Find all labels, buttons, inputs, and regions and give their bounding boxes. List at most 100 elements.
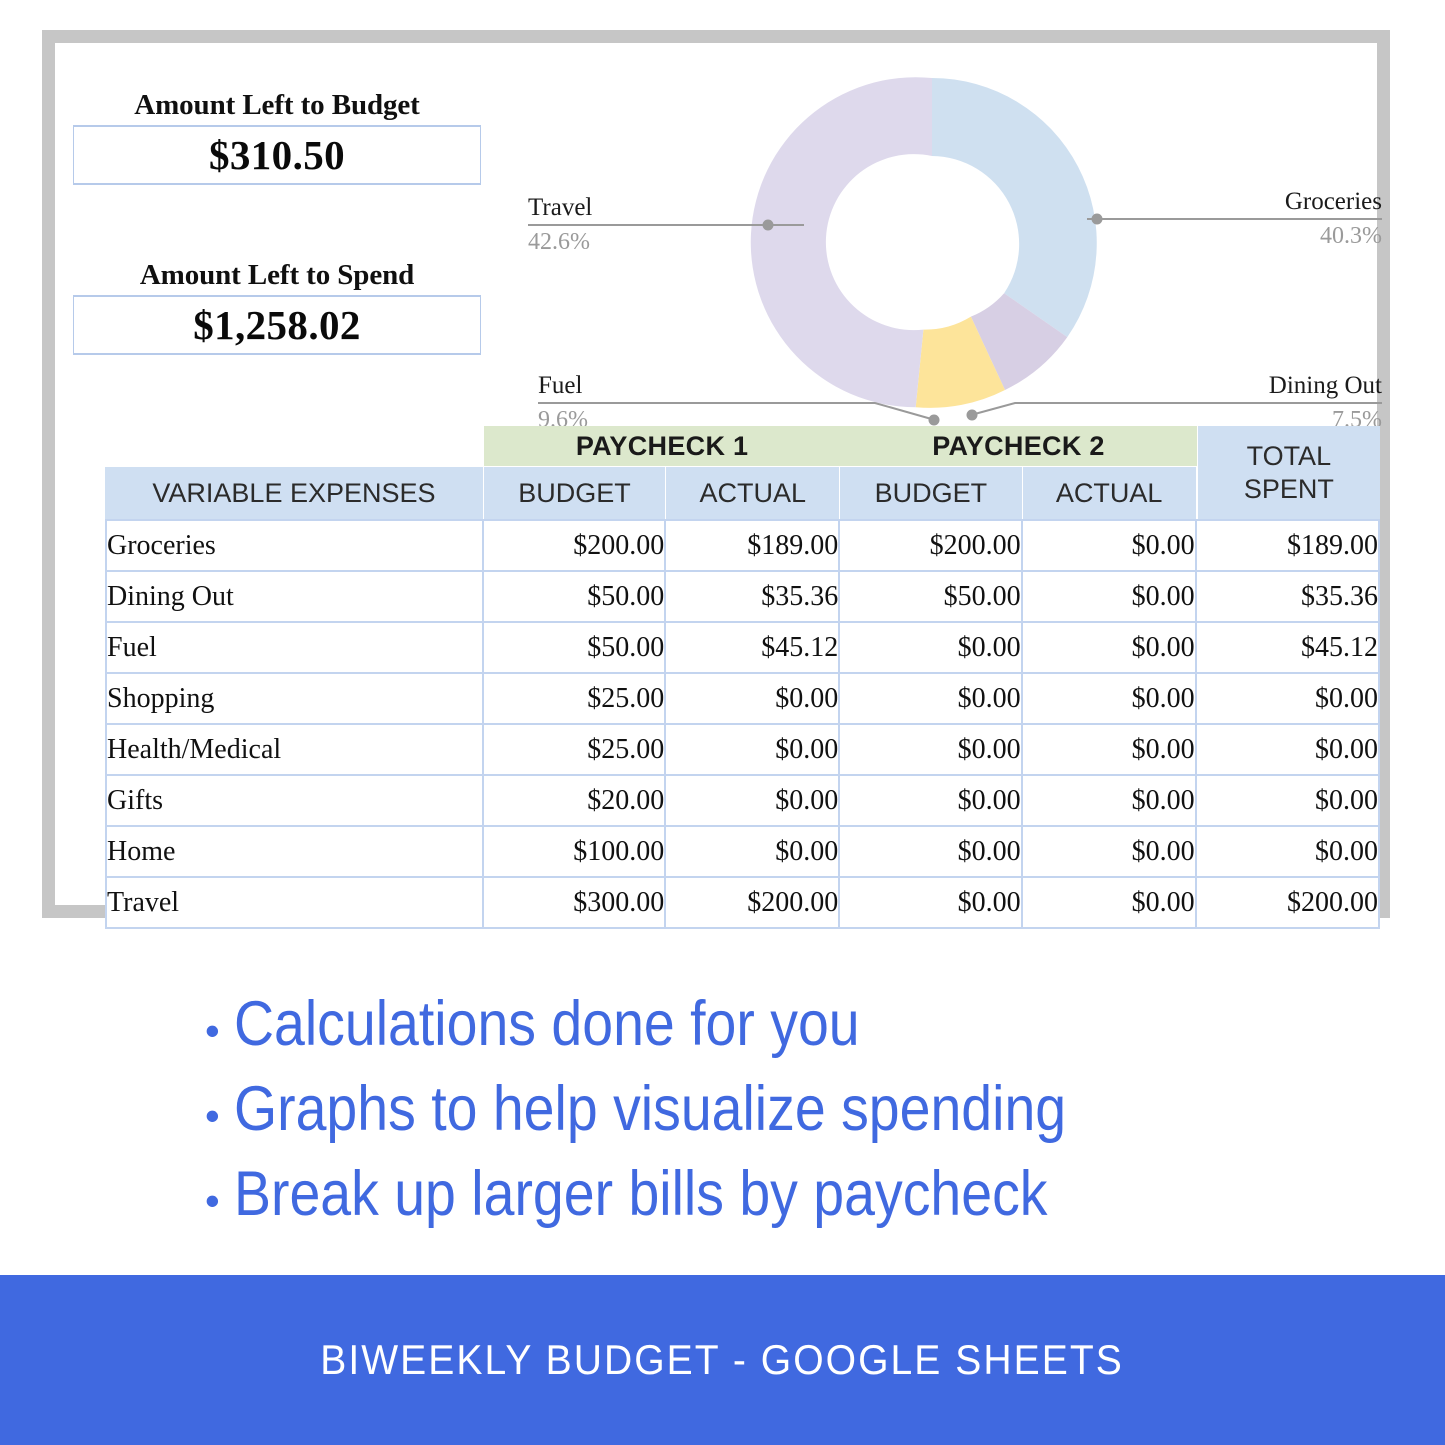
amount-left-to-budget-value[interactable]: $310.50 <box>73 125 481 185</box>
cell-p2-budget[interactable]: $0.00 <box>840 723 1023 774</box>
donut-label-fuel-rule <box>538 402 804 404</box>
amount-left-to-budget-label: Amount Left to Budget <box>134 89 420 121</box>
row-label: Home <box>105 825 484 876</box>
footer-title: BIWEEKLY BUDGET - GOOGLE SHEETS <box>320 1336 1125 1383</box>
cell-p2-actual[interactable]: $0.00 <box>1022 519 1197 570</box>
column-header-variable-expenses: VARIABLE EXPENSES <box>105 466 484 519</box>
cell-p1-budget[interactable]: $25.00 <box>483 723 667 774</box>
row-label: Travel <box>105 876 484 929</box>
group-header-paycheck-2: PAYCHECK 2 <box>840 426 1197 466</box>
cell-p1-actual[interactable]: $35.36 <box>666 570 841 621</box>
cell-p1-budget[interactable]: $100.00 <box>483 825 667 876</box>
cell-p2-actual[interactable]: $0.00 <box>1022 774 1197 825</box>
cell-p2-actual[interactable]: $0.00 <box>1022 570 1197 621</box>
table-row[interactable]: Fuel $50.00 $45.12 $0.00 $0.00 $45.12 <box>105 621 1380 672</box>
amount-left-to-spend-label: Amount Left to Spend <box>139 259 415 291</box>
table-row[interactable]: Health/Medical $25.00 $0.00 $0.00 $0.00 … <box>105 723 1380 774</box>
table-column-header-row: VARIABLE EXPENSES BUDGET ACTUAL BUDGET A… <box>105 466 1380 519</box>
bullet-dot-icon: • <box>205 1177 220 1224</box>
donut-label-dining-out-name: Dining Out <box>1268 372 1382 399</box>
group-header-spacer <box>105 426 484 466</box>
spreadsheet-canvas: Amount Left to Budget $310.50 Amount Lef… <box>55 43 1382 929</box>
bullet-dot-icon: • <box>205 1007 220 1054</box>
column-header-p1-budget: BUDGET <box>483 466 667 519</box>
summary-amount-left-to-spend: Amount Left to Spend $1,258.02 <box>73 255 481 355</box>
table-row[interactable]: Gifts $20.00 $0.00 $0.00 $0.00 $0.00 <box>105 774 1380 825</box>
group-header-total-spent: TOTAL SPENT <box>1196 426 1380 519</box>
donut-label-dining-out: Dining Out 7.5% <box>1087 371 1382 434</box>
cell-p2-budget[interactable]: $200.00 <box>840 519 1023 570</box>
donut-label-groceries-percent: 40.3% <box>1320 223 1382 249</box>
cell-p2-actual[interactable]: $0.00 <box>1022 723 1197 774</box>
donut-label-fuel-name: Fuel <box>538 372 583 399</box>
table-row[interactable]: Travel $300.00 $200.00 $0.00 $0.00 $200.… <box>105 876 1380 929</box>
donut-label-dining-out-rule <box>1087 402 1382 404</box>
row-label: Fuel <box>105 621 484 672</box>
row-label: Dining Out <box>105 570 484 621</box>
cell-p1-actual[interactable]: $200.00 <box>666 876 841 929</box>
cell-total-spent: $0.00 <box>1196 672 1380 723</box>
cell-p1-actual[interactable]: $0.00 <box>666 825 841 876</box>
total-spent-line-2: SPENT <box>1243 473 1334 504</box>
cell-p1-actual[interactable]: $0.00 <box>666 774 841 825</box>
column-header-p2-actual: ACTUAL <box>1022 466 1197 519</box>
donut-label-travel-percent: 42.6% <box>528 229 590 255</box>
table-row[interactable]: Groceries $200.00 $189.00 $200.00 $0.00 … <box>105 519 1380 570</box>
cell-p2-budget[interactable]: $0.00 <box>840 774 1023 825</box>
spending-donut-chart[interactable]: Travel 42.6% Fuel 9.6% Groceries 40.3% D… <box>475 53 1390 433</box>
list-item: • Break up larger bills by paycheck <box>205 1155 1345 1240</box>
feature-bullet-list: • Calculations done for you • Graphs to … <box>205 985 1345 1240</box>
table-group-header-row: PAYCHECK 1 PAYCHECK 2 TOTAL SPENT <box>105 426 1380 519</box>
amount-left-to-spend-value[interactable]: $1,258.02 <box>73 295 481 355</box>
bullet-text: Calculations done for you <box>233 989 860 1059</box>
table-row[interactable]: Dining Out $50.00 $35.36 $50.00 $0.00 $3… <box>105 570 1380 621</box>
row-label: Groceries <box>105 519 484 570</box>
row-label: Shopping <box>105 672 484 723</box>
cell-p1-budget[interactable]: $200.00 <box>483 519 667 570</box>
cell-p1-actual[interactable]: $0.00 <box>666 723 841 774</box>
cell-p1-budget[interactable]: $50.00 <box>483 570 667 621</box>
donut-label-travel-name: Travel <box>528 194 593 221</box>
row-label: Gifts <box>105 774 484 825</box>
cell-p1-budget[interactable]: $300.00 <box>483 876 667 929</box>
cell-p1-actual[interactable]: $0.00 <box>666 672 841 723</box>
cell-p2-budget[interactable]: $0.00 <box>840 621 1023 672</box>
donut-label-fuel: Fuel 9.6% <box>538 371 804 434</box>
bullet-text: Graphs to help visualize spending <box>233 1074 1066 1144</box>
variable-expenses-table: PAYCHECK 1 PAYCHECK 2 TOTAL SPENT VARIAB… <box>105 426 1380 929</box>
cell-p1-budget[interactable]: $50.00 <box>483 621 667 672</box>
total-spent-line-1: TOTAL <box>1246 440 1332 471</box>
cell-total-spent: $200.00 <box>1196 876 1380 929</box>
cell-p2-actual[interactable]: $0.00 <box>1022 621 1197 672</box>
bullet-dot-icon: • <box>205 1092 220 1139</box>
donut-slice-groceries[interactable] <box>932 78 1097 338</box>
donut-label-groceries-rule <box>1087 218 1382 220</box>
cell-p1-budget[interactable]: $25.00 <box>483 672 667 723</box>
bullet-text: Break up larger bills by paycheck <box>233 1159 1048 1229</box>
cell-total-spent: $0.00 <box>1196 825 1380 876</box>
cell-p2-actual[interactable]: $0.00 <box>1022 876 1197 929</box>
table-row[interactable]: Home $100.00 $0.00 $0.00 $0.00 $0.00 <box>105 825 1380 876</box>
cell-p2-budget[interactable]: $0.00 <box>840 672 1023 723</box>
footer-banner: BIWEEKLY BUDGET - GOOGLE SHEETS <box>0 1275 1445 1445</box>
cell-p2-budget[interactable]: $50.00 <box>840 570 1023 621</box>
donut-label-travel: Travel 42.6% <box>528 193 804 256</box>
cell-total-spent: $0.00 <box>1196 723 1380 774</box>
summary-amount-left-to-budget: Amount Left to Budget $310.50 <box>73 85 481 185</box>
cell-p2-budget[interactable]: $0.00 <box>840 876 1023 929</box>
cell-p2-actual[interactable]: $0.00 <box>1022 672 1197 723</box>
cell-p1-actual[interactable]: $45.12 <box>666 621 841 672</box>
cell-p1-budget[interactable]: $20.00 <box>483 774 667 825</box>
table-row[interactable]: Shopping $25.00 $0.00 $0.00 $0.00 $0.00 <box>105 672 1380 723</box>
cell-total-spent: $35.36 <box>1196 570 1380 621</box>
cell-p1-actual[interactable]: $189.00 <box>666 519 841 570</box>
donut-label-groceries: Groceries 40.3% <box>1087 187 1382 250</box>
donut-label-travel-rule <box>528 224 804 226</box>
cell-total-spent: $0.00 <box>1196 774 1380 825</box>
row-label: Health/Medical <box>105 723 484 774</box>
cell-p2-actual[interactable]: $0.00 <box>1022 825 1197 876</box>
cell-total-spent: $45.12 <box>1196 621 1380 672</box>
list-item: • Graphs to help visualize spending <box>205 1070 1345 1155</box>
list-item: • Calculations done for you <box>205 985 1345 1070</box>
cell-p2-budget[interactable]: $0.00 <box>840 825 1023 876</box>
